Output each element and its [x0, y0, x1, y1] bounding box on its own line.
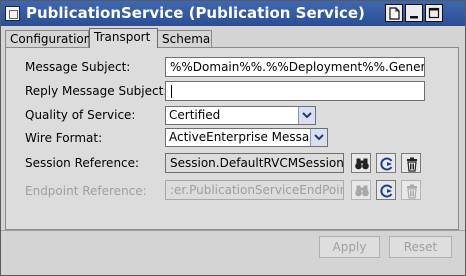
wire-format-select[interactable]: ActiveEnterprise Message	[165, 128, 328, 147]
document-icon	[389, 7, 400, 20]
wire-format-dropdown-arrow[interactable]	[310, 129, 327, 146]
minimize-button[interactable]	[405, 4, 423, 22]
trash-icon	[407, 184, 417, 199]
qos-label: Quality of Service:	[25, 108, 136, 122]
session-ref-field: Session.DefaultRVCMSession	[165, 153, 344, 173]
message-subject-field[interactable]: %%Domain%%.%%Deployment%%.Generic	[165, 57, 425, 77]
chevron-down-icon	[314, 134, 324, 141]
goto-reference-icon	[380, 157, 393, 171]
endpoint-goto-button[interactable]	[376, 180, 396, 200]
title-bar: PublicationService (Publication Service)	[1, 1, 465, 26]
text-caret	[171, 85, 172, 98]
reply-subject-field[interactable]	[165, 81, 425, 101]
tab-configuration[interactable]: Configuration	[5, 30, 91, 47]
wire-format-value: ActiveEnterprise Message	[169, 130, 325, 144]
qos-select[interactable]: Certified	[165, 106, 316, 125]
endpoint-delete-button[interactable]	[401, 180, 421, 200]
session-goto-button[interactable]	[376, 153, 396, 173]
maximize-icon	[428, 7, 440, 19]
endpoint-ref-label: Endpoint Reference:	[25, 184, 147, 198]
reply-subject-label: Reply Message Subject:	[25, 84, 168, 98]
transport-panel: Message Subject: %%Domain%%.%%Deployment…	[5, 47, 459, 230]
qos-dropdown-arrow[interactable]	[298, 107, 315, 124]
reset-button[interactable]: Reset	[389, 236, 452, 258]
message-subject-label: Message Subject:	[25, 60, 131, 74]
minimize-icon	[410, 16, 418, 19]
trash-icon	[407, 157, 417, 172]
session-browse-button[interactable]	[351, 153, 371, 173]
binoculars-icon	[355, 185, 369, 197]
window-menu-icon[interactable]	[5, 6, 20, 21]
tab-schema[interactable]: Schema	[157, 30, 212, 47]
apply-button[interactable]: Apply	[319, 236, 380, 258]
publication-service-window: PublicationService (Publication Service)…	[0, 0, 466, 276]
session-ref-label: Session Reference:	[25, 156, 140, 170]
wire-format-label: Wire Format:	[25, 131, 103, 145]
restore-button[interactable]	[385, 4, 403, 22]
window-title: PublicationService (Publication Service)	[26, 4, 365, 22]
endpoint-ref-field: :er.PublicationServiceEndPoint	[165, 180, 344, 200]
endpoint-browse-button[interactable]	[351, 180, 371, 200]
chevron-down-icon	[302, 112, 312, 119]
binoculars-icon	[355, 158, 369, 170]
session-delete-button[interactable]	[401, 153, 421, 173]
maximize-button[interactable]	[425, 4, 443, 22]
tab-transport[interactable]: Transport	[89, 28, 158, 48]
footer-divider	[1, 230, 465, 231]
qos-value: Certified	[169, 108, 221, 122]
goto-reference-icon	[380, 184, 393, 198]
